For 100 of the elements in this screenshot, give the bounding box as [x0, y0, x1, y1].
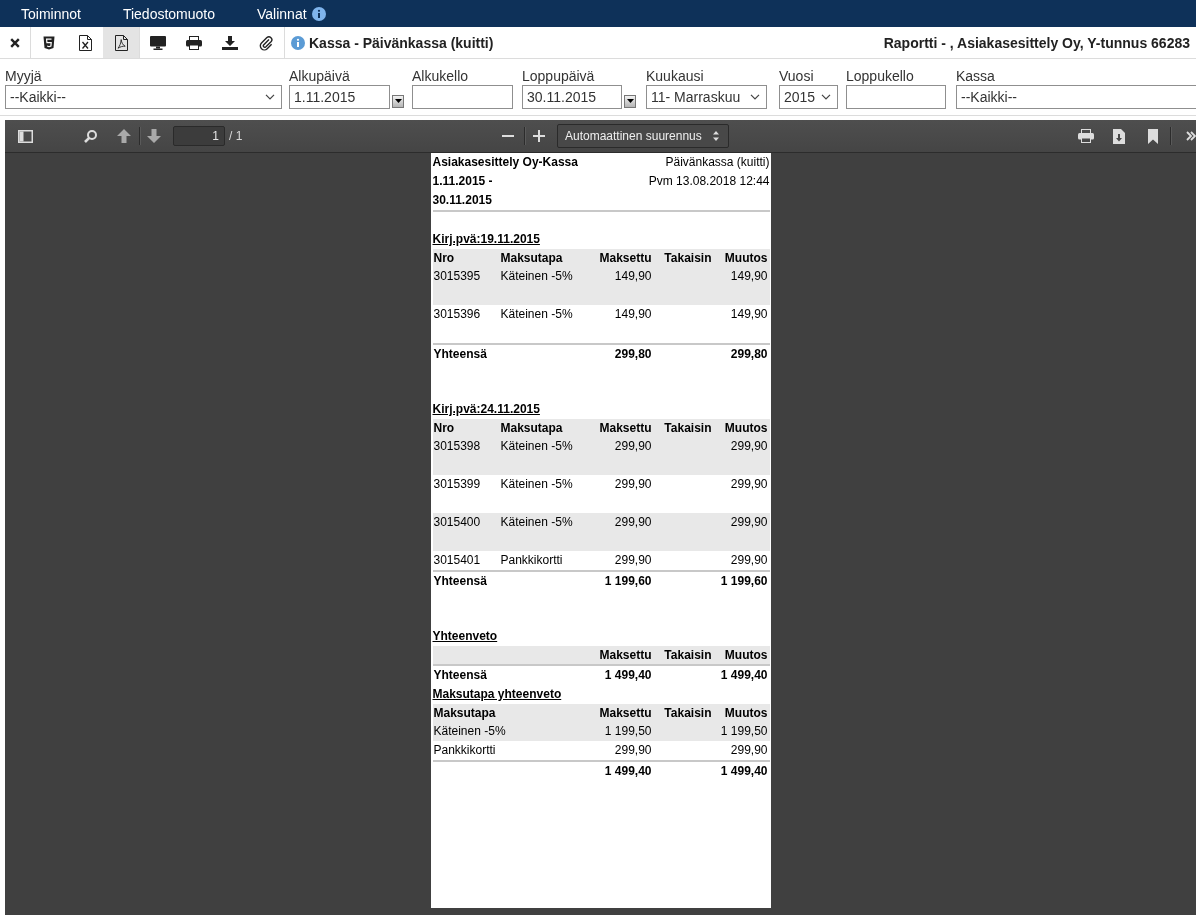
total-label: Yhteensä [432, 346, 488, 363]
table-cell-text: 149,90 [729, 268, 769, 285]
column-header: Nro [432, 250, 456, 267]
arrow-down-icon[interactable] [147, 129, 161, 143]
date-picker-button[interactable] [624, 94, 636, 108]
total-value: 1 199,60 [719, 573, 769, 590]
table-cell-text: 149,90 [613, 306, 653, 323]
total-value: 1 499,40 [719, 763, 769, 780]
table-cell-text: 299,90 [729, 514, 769, 531]
table-cell-text: 299,90 [613, 476, 653, 493]
column-header: Maksettu [598, 705, 653, 722]
double-chevron-icon[interactable] [1186, 131, 1196, 141]
text-field[interactable] [412, 85, 513, 109]
dropdown[interactable]: --Kaikki-- [956, 85, 1196, 109]
total-value: 1 499,40 [603, 667, 653, 684]
info-icon [291, 35, 305, 50]
chevron-down-icon [750, 94, 760, 100]
plus-icon[interactable] [533, 130, 545, 142]
dropdown[interactable]: 2015 [779, 85, 838, 109]
table-cell-text: 299,90 [729, 742, 769, 759]
text-field[interactable] [846, 85, 946, 109]
page-count: / 1 [229, 129, 244, 143]
page-number-field[interactable]: 1 [173, 126, 225, 146]
column-header: Maksettu [598, 647, 653, 664]
table-cell-text: 3015398 [432, 438, 482, 455]
date-picker-button[interactable] [392, 94, 404, 108]
table-cell-text: Käteinen -5% [432, 723, 507, 740]
paperclip-icon [259, 34, 273, 51]
shield-icon [43, 35, 55, 50]
table-cell-text: 299,90 [613, 514, 653, 531]
table-cell-text: 299,90 [613, 742, 653, 759]
bookmark-icon[interactable] [1148, 128, 1158, 144]
menu-item[interactable]: Toiminnot [0, 0, 102, 27]
table-cell-text: Käteinen -5% [499, 268, 574, 285]
table-cell-text: 299,90 [729, 552, 769, 569]
menu-item[interactable]: Tiedostomuoto [101, 0, 236, 27]
column-header: Muutos [723, 420, 769, 437]
sidebar-toggle-icon[interactable] [18, 129, 33, 143]
field-label: Alkupäivä [289, 67, 350, 85]
field-label: Vuosi [779, 67, 814, 85]
total-label: Yhteensä [432, 667, 488, 684]
total-value: 1 499,40 [719, 667, 769, 684]
document-cross-icon [78, 34, 92, 51]
column-header: Takaisin [663, 250, 713, 267]
up-down-arrows-icon [713, 131, 719, 141]
table-cell-text: Käteinen -5% [499, 438, 574, 455]
table-cell-text: 3015399 [432, 476, 482, 493]
period-end: 30.11.2015 [432, 192, 492, 209]
field-label: Loppupäivä [522, 67, 595, 85]
print-icon [186, 35, 202, 50]
download-icon [222, 35, 238, 50]
company-name: Asiakasesittely Oy-Kassa [432, 154, 578, 171]
column-header: Takaisin [663, 420, 713, 437]
table-cell-text: 299,90 [729, 476, 769, 493]
print-icon[interactable] [1078, 129, 1094, 143]
table-cell-text: 3015400 [432, 514, 482, 531]
chevron-down-icon [265, 94, 275, 100]
date-field[interactable]: 1.11.2015 [289, 85, 390, 109]
column-header: Maksutapa [432, 705, 497, 722]
table-cell-text: Käteinen -5% [499, 306, 574, 323]
total-value: 299,80 [729, 346, 769, 363]
field-label: Alkukello [412, 67, 469, 85]
dropdown[interactable]: --Kaikki-- [5, 85, 282, 109]
section-title: Kirj.pvä:19.11.2015 [432, 232, 540, 246]
section-title: Kirj.pvä:24.11.2015 [432, 402, 540, 416]
section-title: Maksutapa yhteenveto [432, 687, 562, 701]
monitor-icon [150, 35, 166, 50]
column-header: Maksutapa [499, 250, 564, 267]
report-title: Kassa - Päivänkassa (kuitti) [309, 34, 494, 51]
close-icon [10, 37, 20, 48]
menu-item[interactable]: Valinnat [236, 0, 347, 27]
field-label: Kuukausi [646, 67, 704, 85]
arrow-up-icon[interactable] [117, 129, 131, 143]
table-cell-text: Pankkikortti [499, 552, 564, 569]
column-header: Maksutapa [499, 420, 564, 437]
table-cell-text: 299,90 [729, 438, 769, 455]
report-name: Päivänkassa (kuitti) [665, 154, 770, 171]
total-value: 299,80 [613, 346, 653, 363]
period-start: 1.11.2015 - [432, 173, 493, 190]
total-value: 1 199,60 [603, 573, 653, 590]
pdf-export-button[interactable] [103, 27, 139, 58]
date-field[interactable]: 30.11.2015 [522, 85, 622, 109]
column-header: Takaisin [663, 647, 713, 664]
field-label: Myyjä [5, 67, 42, 85]
column-header: Nro [432, 420, 456, 437]
table-cell-text: 149,90 [613, 268, 653, 285]
field-label: Loppukello [846, 67, 914, 85]
section-title: Yhteenveto [432, 629, 498, 643]
table-cell-text: 149,90 [729, 306, 769, 323]
caret-down-icon [394, 99, 402, 103]
info-icon [311, 6, 326, 21]
chevron-down-icon [821, 94, 831, 100]
search-icon[interactable] [84, 129, 97, 143]
zoom-select[interactable]: Automaattinen suurennus [557, 124, 729, 148]
column-header: Muutos [723, 705, 769, 722]
dropdown[interactable]: 11- Marraskuu [646, 85, 767, 109]
document-download-icon[interactable] [1113, 128, 1125, 144]
print-date: Pvm 13.08.2018 12:44 [648, 173, 770, 190]
table-cell-text: 299,90 [613, 552, 653, 569]
column-header: Takaisin [663, 705, 713, 722]
